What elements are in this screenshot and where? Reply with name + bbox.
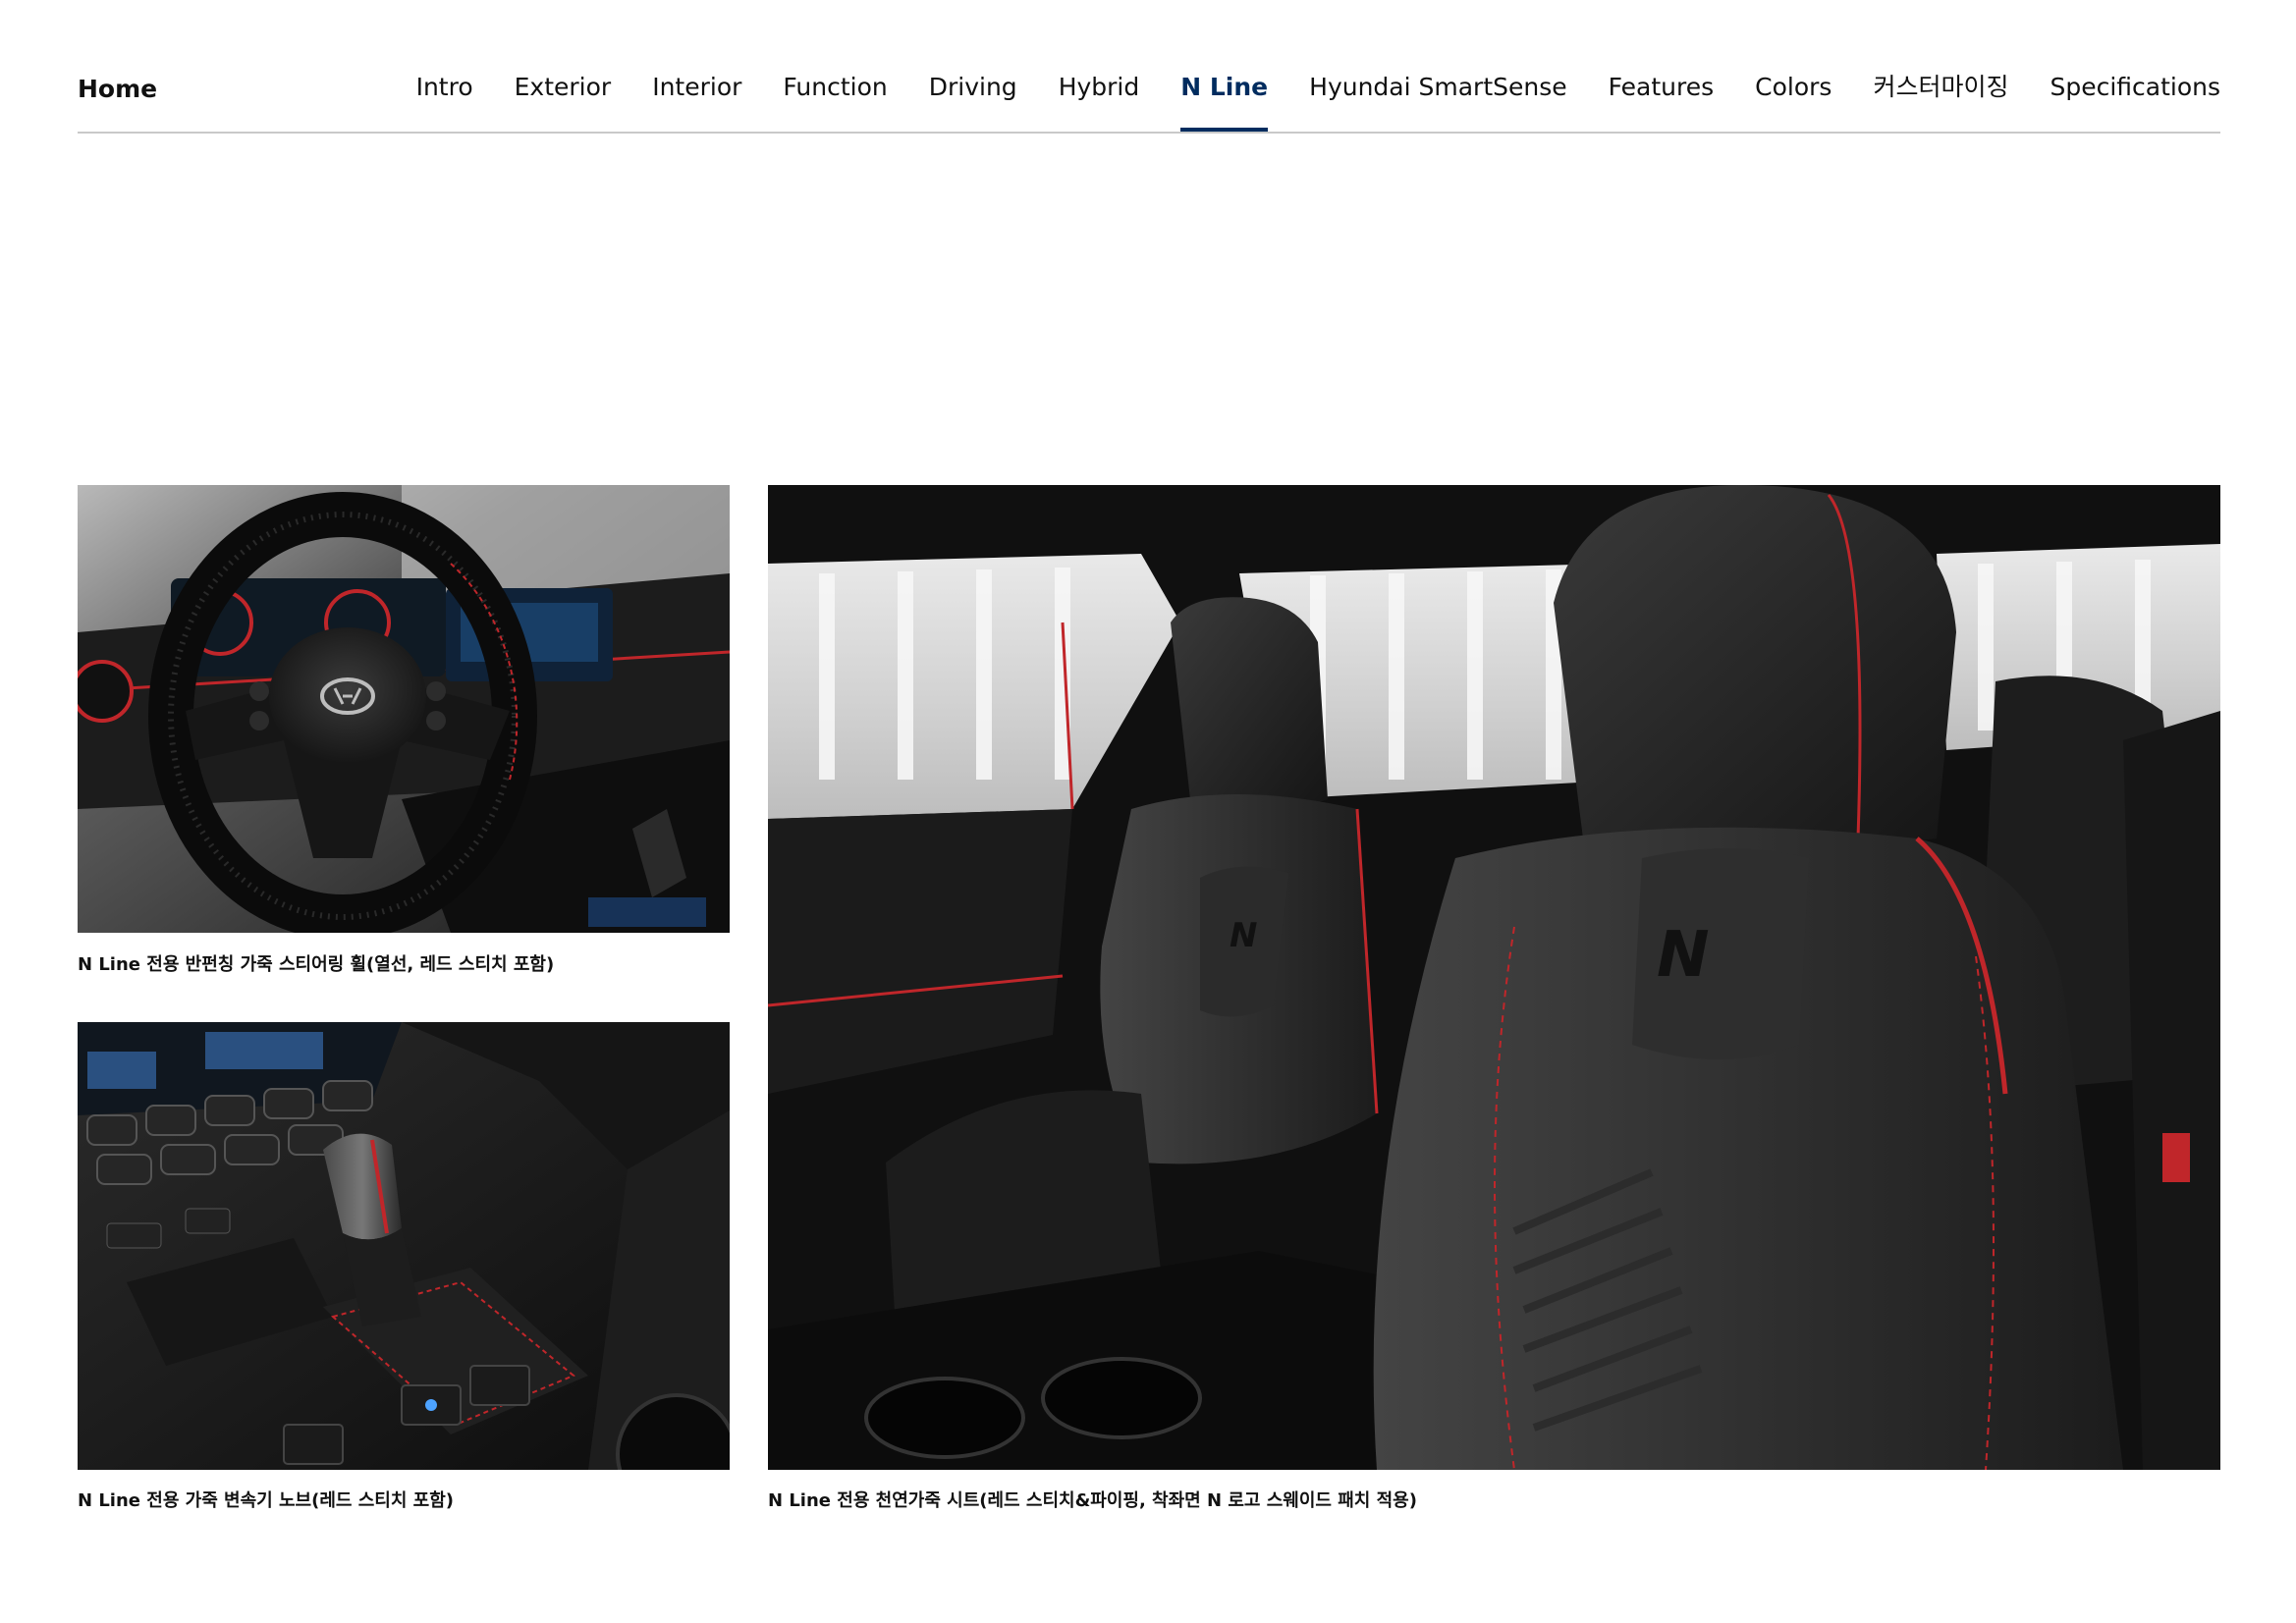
top-navigation-bar: Home Intro Exterior Interior Function Dr… bbox=[78, 0, 2220, 134]
nav-item-intro[interactable]: Intro bbox=[416, 75, 473, 99]
nav-item-features[interactable]: Features bbox=[1609, 75, 1715, 99]
svg-text:N: N bbox=[1230, 916, 1257, 955]
steering-wheel-photo bbox=[78, 485, 730, 933]
section-nav: Intro Exterior Interior Function Driving… bbox=[416, 75, 2220, 132]
shift-knob-caption: N Line 전용 가죽 변속기 노브(레드 스티치 포함) bbox=[78, 1490, 455, 1511]
home-link[interactable]: Home bbox=[78, 75, 157, 103]
nav-item-exterior[interactable]: Exterior bbox=[515, 75, 612, 99]
seats-caption: N Line 전용 천연가죽 시트(레드 스티치&파이핑, 착좌면 N 로고 스… bbox=[768, 1490, 1417, 1511]
shift-knob-photo bbox=[78, 1022, 730, 1470]
nav-item-interior[interactable]: Interior bbox=[652, 75, 741, 99]
nav-item-smartsense[interactable]: Hyundai SmartSense bbox=[1309, 75, 1567, 99]
seats-photo: N N bbox=[768, 485, 2220, 1470]
steering-wheel-caption: N Line 전용 반펀칭 가죽 스티어링 휠(열선, 레드 스티치 포함) bbox=[78, 954, 555, 975]
nav-item-hybrid[interactable]: Hybrid bbox=[1059, 75, 1140, 99]
svg-text:N: N bbox=[1657, 919, 1710, 992]
nav-item-driving[interactable]: Driving bbox=[929, 75, 1017, 99]
nav-item-customizing[interactable]: 커스터마이징 bbox=[1873, 75, 2008, 99]
nav-item-function[interactable]: Function bbox=[783, 75, 887, 99]
nav-item-n-line[interactable]: N Line bbox=[1180, 75, 1268, 132]
nav-item-specifications[interactable]: Specifications bbox=[2050, 75, 2220, 99]
nav-item-colors[interactable]: Colors bbox=[1755, 75, 1831, 99]
